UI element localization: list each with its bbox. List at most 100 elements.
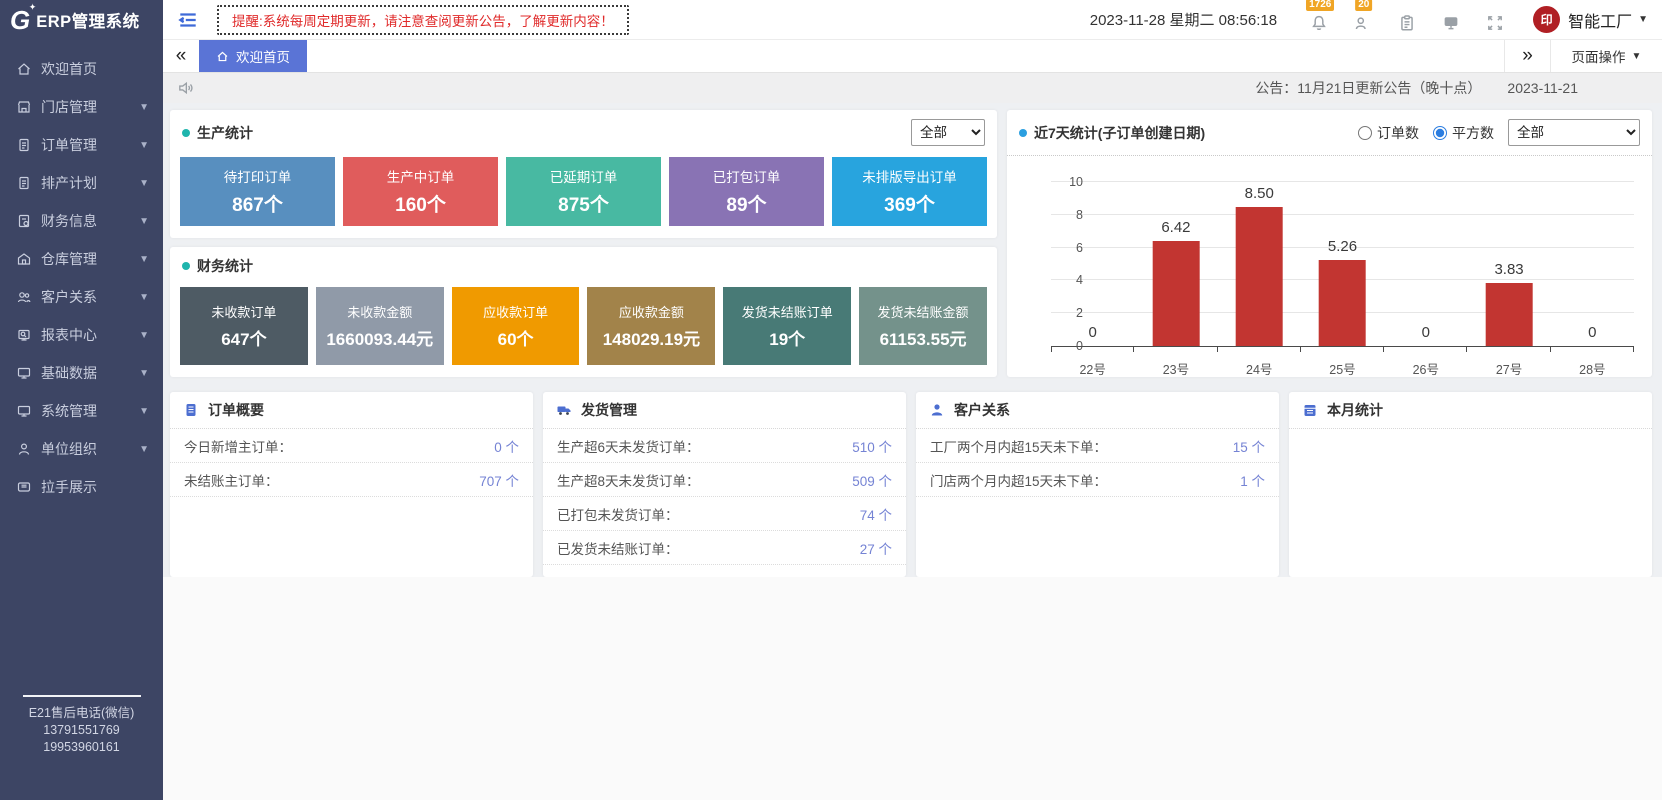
sidebar-item-orders[interactable]: 订单管理 ▼	[0, 126, 163, 164]
chart-x-axis: 22号23号24号25号26号27号28号	[1051, 353, 1634, 373]
card-label: 生产中订单	[387, 166, 455, 186]
chart-filter-select[interactable]: 全部	[1508, 119, 1640, 146]
stat-card-receivable-orders[interactable]: 应收款订单 60个	[452, 287, 580, 365]
sidebar-item-basedata[interactable]: 基础数据 ▼	[0, 354, 163, 392]
sidebar-item-label: 财务信息	[41, 211, 139, 231]
card-label: 应收款订单	[483, 302, 548, 321]
stats-column: 生产统计 全部 待打印订单 867个 生产中订单	[170, 110, 997, 377]
sidebar-item-stores[interactable]: 门店管理 ▼	[0, 88, 163, 126]
panel-title: 财务统计	[197, 256, 253, 276]
bar-slot: 5.26	[1301, 182, 1384, 346]
radio-order-count-input[interactable]	[1358, 126, 1372, 140]
announcement-link[interactable]: 公告：11月21日更新公告（晚十点）	[1255, 78, 1481, 98]
sidebar-item-organization[interactable]: 单位组织 ▼	[0, 430, 163, 468]
dashboard: 生产统计 全部 待打印订单 867个 生产中订单	[163, 103, 1662, 577]
row-label: 今日新增主订单：	[184, 436, 292, 456]
tab-home[interactable]: 欢迎首页	[199, 40, 307, 72]
fullscreen-button[interactable]	[1484, 8, 1506, 32]
sidebar-item-warehouse[interactable]: 仓库管理 ▼	[0, 240, 163, 278]
scroll-tabs-left-button[interactable]: «	[163, 40, 199, 72]
radio-label: 订单数	[1377, 123, 1419, 143]
x-axis-label: 28号	[1551, 353, 1634, 373]
sidebar-item-scheduling[interactable]: 排产计划 ▼	[0, 164, 163, 202]
card-value: 89个	[726, 190, 766, 217]
speaker-icon[interactable]	[177, 79, 195, 97]
stat-card-receivable-amount[interactable]: 应收款金额 148029.19元	[587, 287, 715, 365]
sidebar-item-system[interactable]: 系统管理 ▼	[0, 392, 163, 430]
bar-slot: 8.50	[1218, 182, 1301, 346]
radio-order-count[interactable]: 订单数	[1358, 123, 1419, 143]
datetime: 2023-11-28 星期二 08:56:18	[1090, 9, 1277, 30]
bar-slot: 0	[1051, 182, 1134, 346]
caret-down-icon: ▼	[1632, 51, 1642, 62]
user-icon	[16, 441, 32, 457]
sidebar-item-label: 客户关系	[41, 287, 139, 307]
sidebar-item-label: 欢迎首页	[41, 59, 149, 79]
card-value: 60个	[498, 325, 534, 350]
stat-card-unpaid-orders[interactable]: 未收款订单 647个	[180, 287, 308, 365]
chevron-down-icon: ▼	[139, 444, 149, 455]
contacts-button[interactable]: 20	[1352, 8, 1374, 32]
clipboard-icon	[1398, 14, 1416, 32]
radio-square-count-input[interactable]	[1433, 126, 1447, 140]
bar-slot: 0	[1551, 182, 1634, 346]
person-icon	[929, 402, 945, 418]
sidebar-item-lashou[interactable]: 拉手展示	[0, 468, 163, 506]
production-filter-select[interactable]: 全部	[911, 119, 985, 146]
stat-card-in-production[interactable]: 生产中订单 160个	[343, 157, 498, 226]
x-axis-label: 23号	[1134, 353, 1217, 373]
chevron-down-icon: ▼	[139, 406, 149, 417]
sidebar-item-reports[interactable]: 报表中心 ▼	[0, 316, 163, 354]
tasks-button[interactable]	[1396, 8, 1418, 32]
stat-card-to-print[interactable]: 待打印订单 867个	[180, 157, 335, 226]
collapse-menu-icon[interactable]	[175, 7, 201, 33]
summary-row: 未结账主订单： 707 个	[170, 463, 533, 497]
card-label: 未收款订单	[211, 302, 276, 321]
chevron-down-icon: ▼	[139, 368, 149, 379]
tab-bar: « 欢迎首页 » 页面操作 ▼	[163, 40, 1662, 73]
sidebar-footer: E21售后电话(微信) 13791551769 19953960161	[0, 695, 163, 800]
shipping-panel: 发货管理 生产超6天未发货订单： 510 个 生产超8天未发货订单： 509 个…	[543, 392, 906, 577]
support-phone-title: E21售后电话(微信)	[0, 705, 163, 722]
stat-card-packed[interactable]: 已打包订单 89个	[669, 157, 824, 226]
bar-slot: 3.83	[1467, 182, 1550, 346]
sidebar-item-home[interactable]: 欢迎首页	[0, 50, 163, 88]
top-header: 提醒:系统每周定期更新，请注意查阅更新公告，了解更新内容！ 2023-11-28…	[163, 0, 1662, 40]
stat-card-shipped-unsettled-amount[interactable]: 发货未结账金额 61153.55元	[859, 287, 987, 365]
username: 智能工厂	[1568, 8, 1632, 32]
row-label: 门店两个月内超15天未下单：	[930, 470, 1107, 490]
calendar-icon	[1302, 402, 1318, 418]
warehouse-icon	[16, 251, 32, 267]
notifications-button[interactable]: 1726	[1308, 8, 1330, 32]
stat-card-unpaid-amount[interactable]: 未收款金额 1660093.44元	[316, 287, 444, 365]
page-actions-button[interactable]: 页面操作 ▼	[1550, 40, 1662, 72]
user-menu[interactable]: 印 智能工厂 ▼	[1533, 6, 1648, 33]
sidebar-item-customers[interactable]: 客户关系 ▼	[0, 278, 163, 316]
header-tools: 2023-11-28 星期二 08:56:18 1726 20	[1090, 6, 1648, 33]
bar-value-label: 0	[1088, 324, 1096, 341]
card-label: 未排版导出订单	[862, 166, 957, 186]
row-label: 已打包未发货订单：	[557, 504, 679, 524]
panel-header: 订单概要	[170, 392, 533, 429]
user-add-icon	[1354, 14, 1372, 32]
summary-row: 工厂两个月内超15天未下单： 15 个	[916, 429, 1279, 463]
scroll-tabs-right-button[interactable]: »	[1504, 40, 1550, 72]
sidebar-item-label: 排产计划	[41, 173, 139, 193]
monitor-icon	[16, 365, 32, 381]
summary-row: 已发货未结账订单： 27 个	[543, 531, 906, 565]
sidebar-item-finance[interactable]: 财务信息 ▼	[0, 202, 163, 240]
row-value: 15 个	[1233, 436, 1265, 456]
card-value: 148029.19元	[603, 325, 700, 350]
bar-slot: 0	[1384, 182, 1467, 346]
stat-card-shipped-unsettled-orders[interactable]: 发货未结账订单 19个	[723, 287, 851, 365]
chevron-down-icon: ▼	[139, 216, 149, 227]
sidebar: G✦ ERP管理系统 欢迎首页 门店管理 ▼ 订单管理 ▼ 排产计划 ▼	[0, 0, 163, 800]
stat-card-unexported[interactable]: 未排版导出订单 369个	[832, 157, 987, 226]
cast-button[interactable]	[1440, 8, 1462, 32]
card-value: 875个	[558, 190, 609, 217]
panel-header: 发货管理	[543, 392, 906, 429]
radio-square-count[interactable]: 平方数	[1433, 123, 1494, 143]
app-window: G✦ ERP管理系统 欢迎首页 门店管理 ▼ 订单管理 ▼ 排产计划 ▼	[0, 0, 1662, 800]
chevron-down-icon: ▼	[139, 178, 149, 189]
stat-card-delayed[interactable]: 已延期订单 875个	[506, 157, 661, 226]
